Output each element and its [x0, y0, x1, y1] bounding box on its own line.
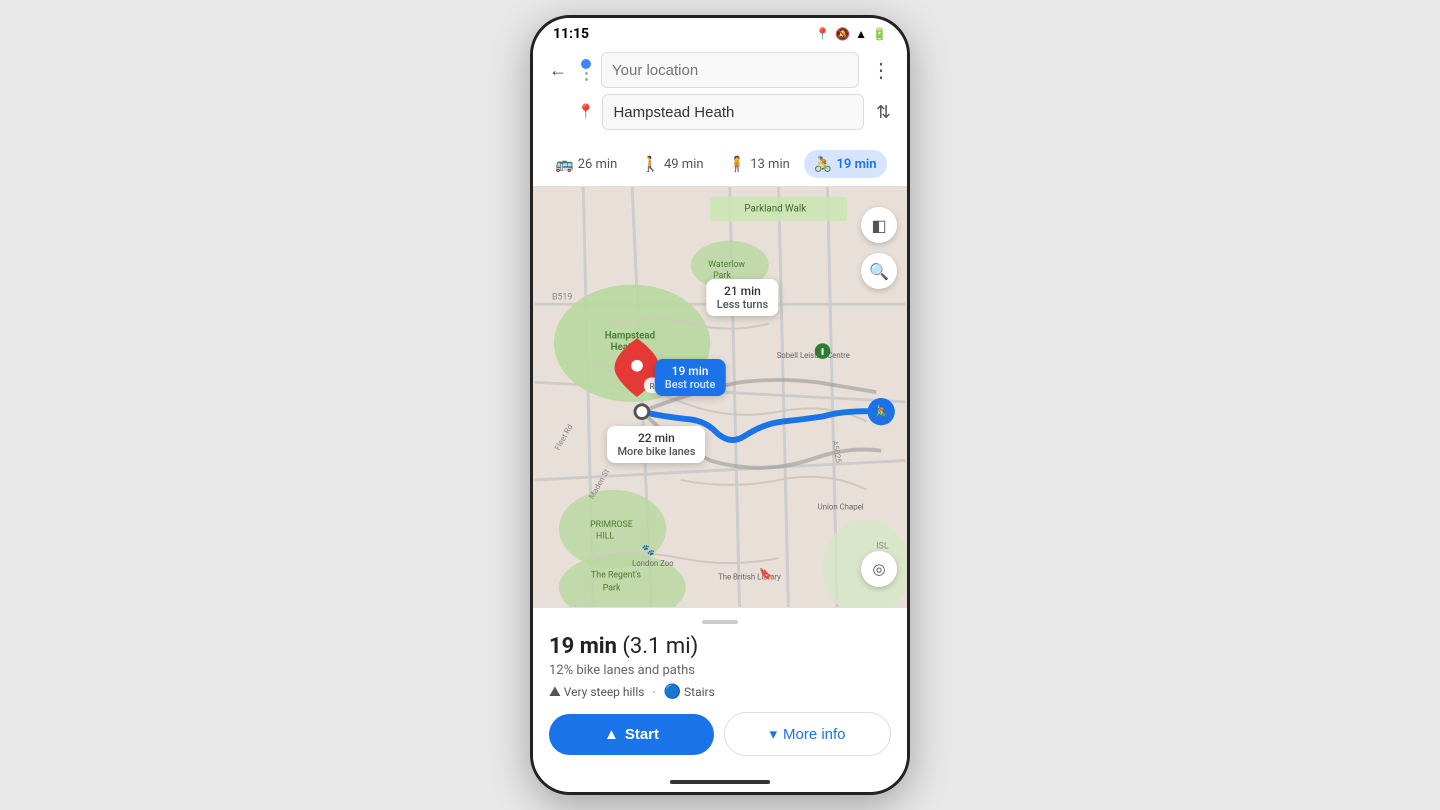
route-dots: [581, 59, 591, 81]
mode-bus[interactable]: 🚌 26 min: [545, 150, 627, 178]
location-icon: 📍: [815, 27, 830, 41]
svg-text:B519: B519: [552, 292, 572, 302]
layers-button[interactable]: ◧: [861, 207, 897, 243]
header: ← ⋮ 📍 ⇅: [533, 46, 907, 144]
mode-tabs: 🚌 26 min 🚶 49 min 🧍 13 min 🚴 19 min: [533, 144, 907, 187]
svg-text:Sobell Leisure Centre: Sobell Leisure Centre: [777, 351, 850, 360]
bus-icon: 🚌: [555, 155, 574, 173]
home-indicator: [670, 780, 770, 784]
chevron-down-icon: ▾: [769, 725, 777, 743]
locate-button[interactable]: ◎: [861, 551, 897, 587]
home-bar: [533, 772, 907, 792]
from-input[interactable]: [601, 52, 859, 88]
transit-icon: 🧍: [728, 155, 747, 173]
destination-pin-icon: 📍: [577, 104, 594, 120]
svg-text:🚴: 🚴: [874, 405, 889, 419]
search-button[interactable]: 🔍: [861, 253, 897, 289]
action-row: ▲ Start ▾ More info: [549, 712, 891, 756]
connector-dot-1: [585, 72, 588, 75]
start-icon: ▲: [604, 726, 619, 743]
dnd-icon: 🔕: [835, 27, 850, 41]
more-button[interactable]: ⋮: [867, 54, 895, 86]
search-icon: 🔍: [869, 262, 889, 281]
steep-hills-label: Very steep hills: [564, 685, 645, 699]
status-icons: 📍 🔕 ▲ 🔋: [815, 27, 887, 41]
tag-separator: ·: [652, 685, 655, 699]
phone-frame: 11:15 📍 🔕 ▲ 🔋 ← ⋮ 📍 ⇅: [530, 15, 910, 795]
from-row: ← ⋮: [545, 52, 895, 88]
summary-distance: (3.1 mi): [622, 634, 698, 659]
svg-text:PRIMROSE: PRIMROSE: [590, 520, 633, 530]
route-details: 12% bike lanes and paths: [549, 663, 891, 678]
svg-text:Park: Park: [603, 583, 621, 593]
bike-icon: 🚴: [814, 155, 833, 173]
svg-text:ISL: ISL: [876, 541, 889, 551]
to-row: 📍 ⇅: [545, 94, 895, 130]
svg-text:🐾: 🐾: [642, 543, 655, 556]
best-label: Best route: [665, 378, 716, 391]
summary-time: 19 min: [549, 634, 617, 659]
mode-walk[interactable]: 🚶 49 min: [631, 150, 713, 178]
stairs-label: Stairs: [684, 685, 715, 699]
svg-text:Parkland Walk: Parkland Walk: [744, 203, 806, 214]
route-summary: 19 min (3.1 mi): [549, 634, 891, 659]
best-time: 19 min: [665, 364, 716, 378]
less-turns-time: 21 min: [717, 284, 768, 298]
svg-text:Union Chapel: Union Chapel: [818, 502, 864, 511]
layers-icon: ◧: [871, 216, 886, 235]
svg-text:The Regent's: The Regent's: [591, 571, 641, 581]
svg-text:Hampstead: Hampstead: [605, 330, 655, 341]
transit-time: 13 min: [750, 157, 790, 172]
start-button[interactable]: ▲ Start: [549, 714, 714, 755]
svg-text:Waterlow: Waterlow: [708, 260, 745, 270]
svg-text:HILL: HILL: [596, 532, 614, 542]
map-container[interactable]: Hampstead Heath Parkland Walk Waterlow P…: [533, 187, 907, 607]
stairs-tag: 🔵 Stairs: [664, 684, 715, 700]
less-turns-label: Less turns: [717, 298, 768, 311]
drag-handle: [702, 620, 738, 624]
map-controls: ◧ 🔍: [861, 207, 897, 289]
battery-icon: 🔋: [872, 27, 887, 41]
swap-button[interactable]: ⇅: [872, 98, 895, 127]
route-bubble-best[interactable]: 19 min Best route: [655, 359, 726, 396]
origin-dot: [581, 59, 591, 69]
route-bubble-bike-lanes[interactable]: 22 min More bike lanes: [607, 426, 705, 463]
route-tags: ⛰ Very steep hills · 🔵 Stairs: [549, 684, 891, 700]
bike-time: 19 min: [836, 157, 876, 172]
back-button[interactable]: ←: [545, 56, 571, 85]
stairs-icon: 🔵: [664, 684, 681, 700]
bike-lanes-label: More bike lanes: [617, 445, 695, 458]
locate-icon: ◎: [872, 560, 885, 578]
wifi-icon: ▲: [855, 27, 867, 41]
svg-text:🔖: 🔖: [759, 568, 772, 581]
mode-bike[interactable]: 🚴 19 min: [804, 150, 887, 178]
walk-icon: 🚶: [641, 155, 660, 173]
map-svg: Hampstead Heath Parkland Walk Waterlow P…: [533, 187, 907, 607]
to-input[interactable]: [602, 94, 863, 130]
svg-text:London Zoo: London Zoo: [632, 559, 674, 568]
route-bubble-less-turns[interactable]: 21 min Less turns: [707, 279, 778, 316]
mode-transit[interactable]: 🧍 13 min: [718, 150, 800, 178]
walk-time: 49 min: [664, 157, 704, 172]
status-bar: 11:15 📍 🔕 ▲ 🔋: [533, 18, 907, 46]
steep-hills-icon: ⛰: [549, 684, 561, 700]
bike-lanes-time: 22 min: [617, 431, 695, 445]
bottom-sheet: 19 min (3.1 mi) 12% bike lanes and paths…: [533, 607, 907, 772]
more-info-label: More info: [783, 726, 846, 743]
start-label: Start: [625, 726, 659, 743]
connector-dot-2: [585, 78, 588, 81]
more-info-button[interactable]: ▾ More info: [724, 712, 891, 756]
bus-time: 26 min: [578, 157, 618, 172]
status-time: 11:15: [553, 26, 589, 42]
steep-hills-tag: ⛰ Very steep hills: [549, 684, 644, 700]
